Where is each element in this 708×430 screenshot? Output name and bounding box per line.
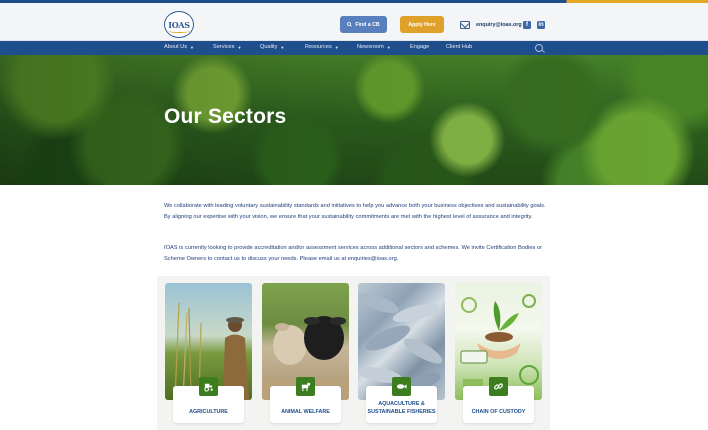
nav-item-label: Engage bbox=[410, 44, 430, 50]
find-cb-label: Find a CB bbox=[355, 21, 380, 28]
site-header: IOAS Find a CB Apply Here enquiry@ioas.o… bbox=[0, 3, 708, 41]
chevron-down-icon: ▼ bbox=[386, 44, 391, 50]
nav-item-label: Quality bbox=[260, 44, 278, 50]
intro-paragraph: IOAS is currently looking to provide acc… bbox=[164, 245, 542, 262]
nav-item-client-hub[interactable]: Client Hub bbox=[446, 44, 472, 50]
hero-overlay bbox=[0, 55, 708, 185]
logo-swoosh bbox=[168, 29, 190, 33]
sector-card-aquaculture[interactable]: AQUACULTURE & SUSTAINABLE FISHERIES bbox=[358, 283, 445, 423]
nav-item-engage[interactable]: Engage bbox=[410, 44, 429, 50]
facebook-icon[interactable]: f bbox=[523, 21, 531, 29]
nav-item-label: Resources bbox=[305, 44, 332, 50]
sector-card-agriculture[interactable]: AGRICULTURE bbox=[165, 283, 252, 423]
apply-here-button[interactable]: Apply Here bbox=[400, 16, 444, 33]
nav-item-label: Newsroom bbox=[357, 44, 384, 50]
find-cb-button[interactable]: Find a CB bbox=[340, 16, 387, 33]
fish-icon bbox=[392, 377, 411, 396]
sector-card-chain-of-custody[interactable]: CHAIN OF CUSTODY bbox=[455, 283, 542, 423]
intro-paragraph: We collaborate with leading voluntary su… bbox=[164, 203, 546, 220]
nav-item-label: Services bbox=[213, 44, 235, 50]
search-icon bbox=[347, 22, 353, 27]
chain-link-icon bbox=[489, 377, 508, 396]
chevron-down-icon: ▼ bbox=[190, 44, 194, 50]
search-icon[interactable] bbox=[535, 43, 543, 52]
nav-item-services[interactable]: Services ▼ bbox=[213, 44, 241, 50]
nav-item-resources[interactable]: Resources ▼ bbox=[305, 44, 339, 50]
tractor-icon bbox=[199, 377, 218, 396]
chevron-down-icon: ▼ bbox=[334, 44, 339, 50]
page-title: Our Sectors bbox=[164, 105, 287, 128]
email-link[interactable]: enquiry@ioas.org bbox=[476, 22, 522, 28]
nav-item-label: About Us bbox=[164, 44, 188, 50]
ioas-logo[interactable]: IOAS bbox=[164, 11, 194, 38]
cow-icon bbox=[296, 377, 315, 396]
sector-card-animal-welfare[interactable]: ANIMAL WELFARE bbox=[262, 283, 349, 423]
apply-here-label: Apply Here bbox=[408, 21, 436, 28]
mail-icon bbox=[460, 21, 470, 29]
logo-text: IOAS bbox=[168, 19, 190, 30]
main-nav: About Us ▼ Services ▼ Quality ▼ Resources ▼ … bbox=[0, 41, 708, 55]
linkedin-icon[interactable]: in bbox=[537, 21, 545, 29]
nav-item-label: Client Hub bbox=[446, 44, 473, 50]
chevron-down-icon: ▼ bbox=[237, 44, 242, 50]
hero-banner: Our Sectors bbox=[0, 55, 708, 185]
nav-item-about-us[interactable]: About Us ▼ bbox=[164, 44, 194, 50]
nav-item-newsroom[interactable]: Newsroom ▼ bbox=[357, 44, 391, 50]
nav-item-quality[interactable]: Quality ▼ bbox=[260, 44, 284, 50]
chevron-down-icon: ▼ bbox=[280, 44, 285, 50]
